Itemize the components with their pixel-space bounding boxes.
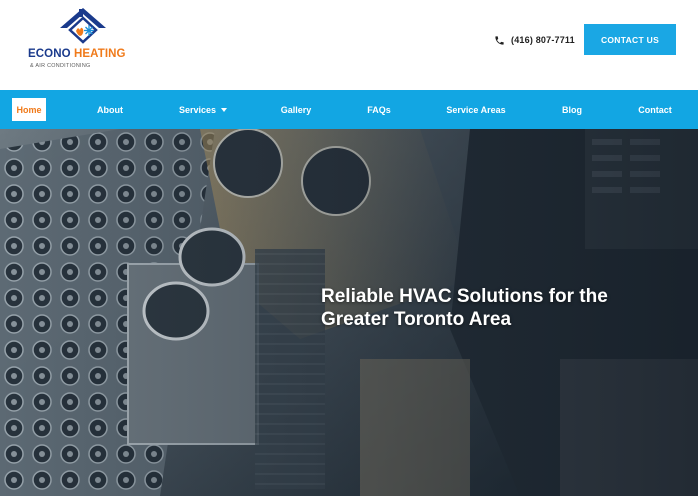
brand-name: ECONO HEATING (28, 48, 126, 60)
contact-us-button[interactable]: CONTACT US (584, 24, 676, 55)
nav-item-label: Blog (562, 104, 582, 115)
nav-item-blog[interactable]: Blog (554, 90, 590, 129)
hero-title: Reliable HVAC Solutions for the Greater … (321, 286, 608, 330)
phone-number: (416) 807-7711 (511, 35, 575, 45)
nav-item-label: FAQs (367, 104, 391, 115)
nav-item-label: About (97, 104, 123, 115)
nav-item-about[interactable]: About (88, 90, 132, 129)
nav-item-gallery[interactable]: Gallery (274, 90, 318, 129)
nav-item-contact[interactable]: Contact (632, 90, 678, 129)
house-flame-snowflake-icon (60, 8, 106, 44)
nav-item-label: Service Areas (446, 104, 506, 115)
brand-logo[interactable]: ECONO HEATING & AIR CONDITIONING (28, 6, 148, 72)
nav-item-label: Contact (638, 104, 672, 115)
hero-banner: Reliable HVAC Solutions for the Greater … (0, 129, 698, 496)
nav-item-label: Services (178, 104, 217, 115)
brand-name-part2: HEATING (73, 48, 126, 60)
nav-item-services[interactable]: Services (172, 90, 234, 129)
main-nav: Home About Services Gallery FAQs Service… (0, 90, 698, 129)
nav-item-home[interactable]: Home (12, 98, 46, 121)
brand-tagline: & AIR CONDITIONING (30, 63, 91, 69)
nav-item-label: Home (16, 104, 42, 115)
nav-item-label: Gallery (280, 104, 312, 115)
nav-item-service-areas[interactable]: Service Areas (440, 90, 512, 129)
brand-name-part1: ECONO (28, 48, 71, 60)
nav-item-faqs[interactable]: FAQs (360, 90, 398, 129)
phone-icon (495, 35, 504, 45)
site-header: ECONO HEATING & AIR CONDITIONING (416) 8… (0, 0, 698, 90)
chevron-down-icon (221, 107, 228, 112)
phone-link[interactable]: (416) 807-7711 (494, 32, 575, 48)
